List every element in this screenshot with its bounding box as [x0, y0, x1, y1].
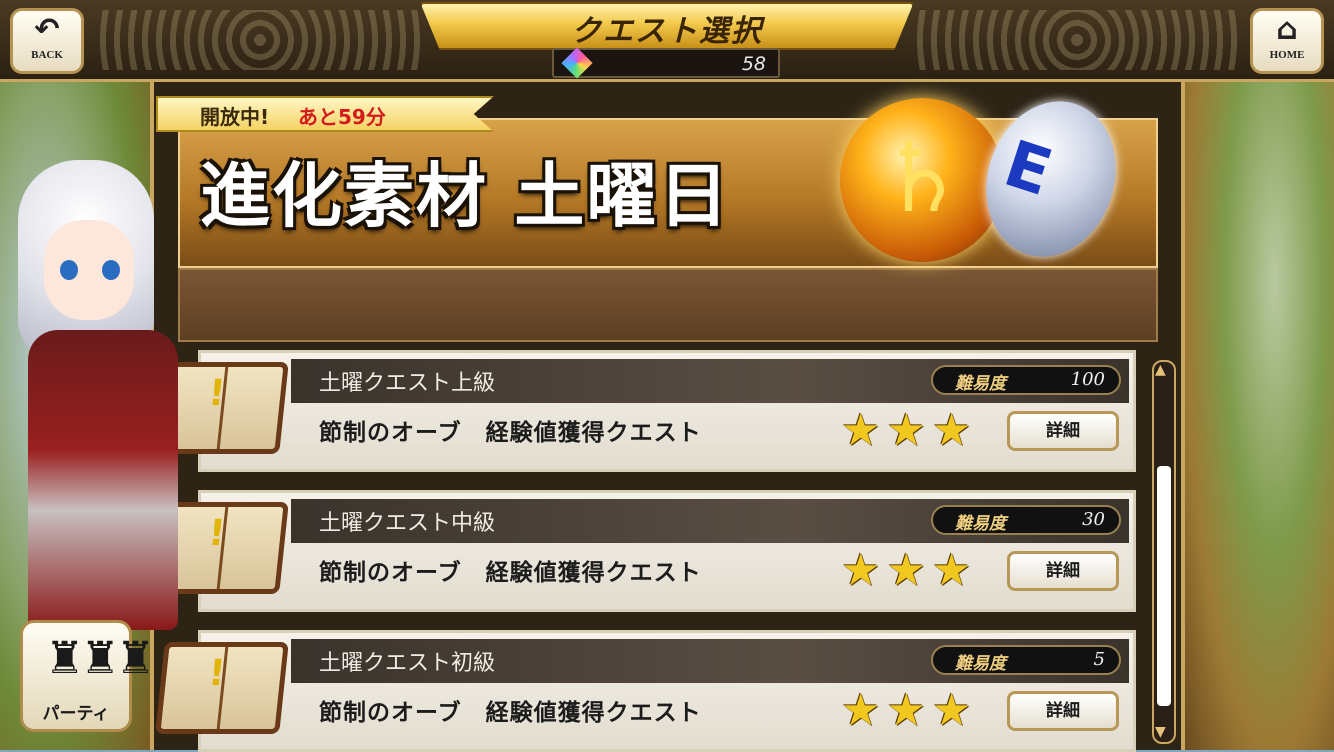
- home-icon: ⌂: [1276, 12, 1298, 47]
- ornament-left: [95, 10, 425, 70]
- background-right: [1185, 82, 1334, 750]
- quest-row[interactable]: 土曜クエスト上級 難易度 100 節制のオーブ 経験値獲得クエスト ★ ★ ★ 詳細: [198, 350, 1136, 472]
- scroll-up-icon[interactable]: ▲: [1155, 362, 1166, 378]
- back-arrow-icon: ↶: [34, 12, 60, 47]
- difficulty-value: 5: [1093, 649, 1105, 670]
- back-label: BACK: [31, 49, 63, 61]
- character-eye: [60, 260, 78, 280]
- time-remaining: あと59分: [298, 105, 386, 129]
- quest-row[interactable]: 土曜クエスト中級 難易度 30 節制のオーブ 経験値獲得クエスト ★ ★ ★ 詳細: [198, 490, 1136, 612]
- star-icon: ★: [931, 405, 972, 456]
- open-status: 開放中!: [200, 105, 270, 129]
- detail-button[interactable]: 詳細: [1007, 691, 1119, 731]
- party-members-icon: ♜♜♜: [45, 633, 155, 684]
- character-face: [44, 220, 134, 320]
- star-rating: ★ ★ ★: [841, 405, 977, 457]
- character-eye: [102, 260, 120, 280]
- gem-count: 58: [741, 53, 766, 75]
- saturn-symbol: ♄: [878, 121, 966, 234]
- party-label: パーティ: [42, 704, 110, 724]
- party-button[interactable]: ♜♜♜ パーティ: [20, 620, 155, 732]
- quest-name: 土曜クエスト上級: [319, 371, 496, 396]
- star-icon: ★: [841, 685, 881, 736]
- scroll-down-icon[interactable]: ▼: [1155, 724, 1166, 740]
- star-icon: ★: [841, 545, 881, 596]
- difficulty-badge: 難易度 5: [931, 645, 1121, 675]
- star-rating: ★ ★ ★: [841, 545, 977, 597]
- home-label: HOME: [1269, 49, 1305, 61]
- quest-description: 節制のオーブ 経験値獲得クエスト: [319, 700, 702, 726]
- difficulty-value: 100: [1070, 369, 1105, 390]
- ornament-right: [912, 10, 1242, 70]
- quest-name: 土曜クエスト中級: [319, 511, 496, 536]
- home-button[interactable]: ⌂ HOME: [1250, 8, 1324, 74]
- quest-name: 土曜クエスト初級: [319, 651, 496, 676]
- quest-description: 節制のオーブ 経験値獲得クエスト: [319, 560, 702, 586]
- star-icon: ★: [841, 405, 881, 456]
- detail-button[interactable]: 詳細: [1007, 551, 1119, 591]
- difficulty-label: 難易度: [955, 374, 1006, 394]
- difficulty-value: 30: [1082, 509, 1105, 530]
- quest-description: 節制のオーブ 経験値獲得クエスト: [319, 420, 702, 446]
- star-icon: ★: [931, 545, 972, 596]
- back-button[interactable]: ↶ BACK: [10, 8, 84, 74]
- star-icon: ★: [886, 405, 926, 456]
- difficulty-badge: 難易度 100: [931, 365, 1121, 395]
- star-rating: ★ ★ ★: [841, 685, 977, 737]
- star-icon: ★: [886, 545, 926, 596]
- star-icon: ★: [886, 685, 926, 736]
- event-banner-footer: [178, 268, 1158, 342]
- page-title: クエスト選択: [571, 14, 763, 49]
- star-icon: ★: [931, 685, 972, 736]
- scrollbar-thumb[interactable]: [1157, 466, 1171, 706]
- gem-counter: 58: [552, 47, 780, 79]
- gem-icon: [561, 47, 593, 79]
- quest-row[interactable]: 土曜クエスト初級 難易度 5 節制のオーブ 経験値獲得クエスト ★ ★ ★ 詳細: [198, 630, 1136, 752]
- difficulty-label: 難易度: [955, 654, 1006, 674]
- detail-button[interactable]: 詳細: [1007, 411, 1119, 451]
- character-body: [28, 330, 178, 630]
- difficulty-badge: 難易度 30: [931, 505, 1121, 535]
- event-title: 進化素材 土曜日: [200, 154, 731, 237]
- difficulty-label: 難易度: [955, 514, 1006, 534]
